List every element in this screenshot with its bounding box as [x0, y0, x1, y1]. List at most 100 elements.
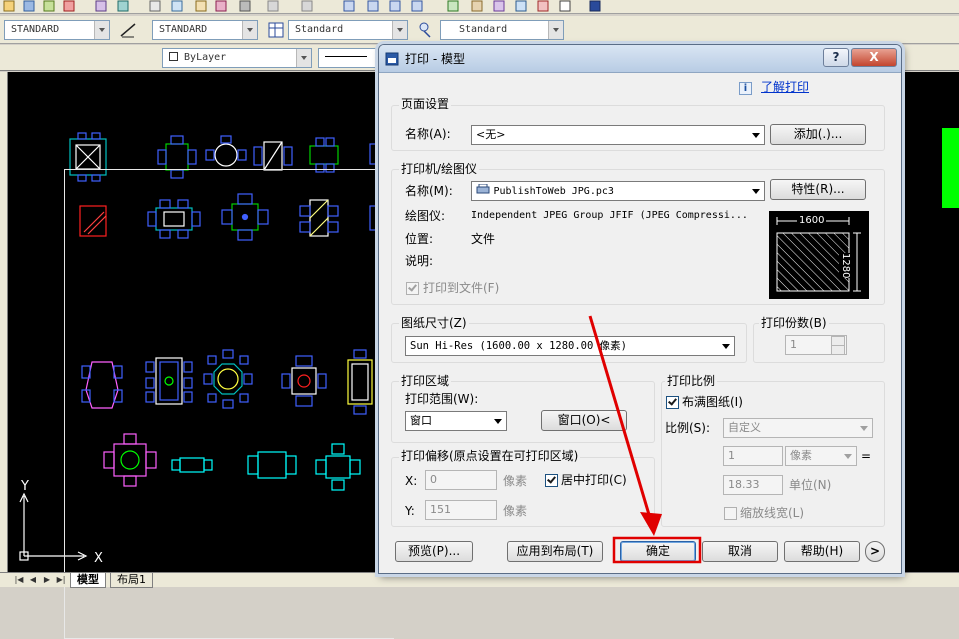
offset-x-unit: 像素 [503, 474, 528, 488]
preview-button[interactable]: 预览(P)... [395, 541, 473, 562]
fit-to-paper-checkbox[interactable] [666, 396, 679, 409]
chevron-down-icon[interactable] [94, 21, 109, 39]
cancel-button[interactable]: 取消 [702, 541, 778, 562]
print-to-file-checkbox[interactable] [406, 282, 419, 295]
paper-size-label: 图纸尺寸(Z) [399, 316, 469, 330]
dialog-title: 打印 - 模型 [405, 52, 465, 66]
plot-scale-label: 打印比例 [665, 374, 718, 388]
standard-toolbar [0, 0, 959, 14]
printer-name-value: PublishToWeb JPG.pc3 [493, 186, 614, 197]
offset-y-input[interactable]: 151 [425, 500, 497, 520]
page-setup-name-label: 名称(A): [405, 127, 451, 141]
dimension-style-icon[interactable] [120, 22, 136, 38]
chevron-down-icon [494, 419, 502, 424]
chevron-down-icon [844, 454, 852, 459]
dim-style-combo[interactable]: STANDARD [152, 20, 258, 40]
last-tab-icon[interactable]: ▶| [56, 574, 66, 586]
scale-value: 自定义 [728, 421, 761, 434]
preview-width: 1600 [797, 215, 827, 227]
plot-offset-label: 打印偏移(原点设置在可打印区域) [399, 449, 581, 463]
chevron-down-icon[interactable] [296, 49, 311, 67]
plotter-config-icon [476, 183, 490, 194]
scale-lineweights-checkbox[interactable] [724, 507, 737, 520]
location-value: 文件 [471, 232, 496, 246]
scale-label: 比例(S): [665, 421, 711, 435]
mleader-style-combo[interactable]: Standard [440, 20, 564, 40]
tab-model[interactable]: 模型 [70, 573, 106, 588]
printer-name-select[interactable]: PublishToWeb JPG.pc3 [471, 181, 765, 201]
chevron-down-icon[interactable] [242, 21, 257, 39]
apply-to-layout-button[interactable]: 应用到布局(T) [507, 541, 603, 562]
printer-properties-button[interactable]: 特性(R)... [770, 179, 866, 200]
description-label: 说明: [405, 254, 434, 268]
text-style-value: STANDARD [11, 24, 60, 35]
plot-range-label: 打印范围(W): [405, 392, 479, 406]
center-plot-checkbox[interactable] [545, 474, 558, 487]
table-style-combo[interactable]: Standard [288, 20, 408, 40]
layout-tab-bar: |◀ ◀ ▶ ▶| 模型 布局1 [0, 572, 959, 588]
chevron-down-icon[interactable] [392, 21, 407, 39]
scale-unit2-label: 单位(N) [789, 478, 832, 492]
preview-height: 1280 [839, 253, 851, 279]
copies-label: 打印份数(B) [759, 316, 829, 330]
location-label: 位置: [405, 232, 434, 246]
offset-x-input[interactable]: 0 [425, 470, 497, 490]
chevron-down-icon [860, 426, 868, 431]
multileader-style-icon[interactable] [418, 22, 434, 38]
offset-y-unit: 像素 [503, 504, 528, 518]
left-toolbar[interactable] [0, 72, 8, 572]
scale-select[interactable]: 自定义 [723, 418, 873, 438]
title-help-button[interactable]: ? [823, 48, 849, 67]
table-style-value: Standard [295, 24, 344, 35]
next-tab-icon[interactable]: ▶ [42, 574, 52, 586]
dialog-titlebar[interactable]: 打印 - 模型 ? X [379, 45, 901, 73]
prev-tab-icon[interactable]: ◀ [28, 574, 38, 586]
text-style-combo[interactable]: STANDARD [4, 20, 110, 40]
chevron-down-icon [752, 133, 760, 138]
scale-value1-input[interactable]: 1 [723, 446, 783, 466]
learn-printing-link[interactable]: 了解打印 [761, 79, 809, 95]
styles-toolbar: STANDARD STANDARD Standard Standard [0, 16, 959, 44]
first-tab-icon[interactable]: |◀ [14, 574, 24, 586]
scale-unit-value: 像素 [790, 449, 812, 462]
page-setup-label: 页面设置 [399, 97, 452, 111]
linetype-combo[interactable] [318, 48, 378, 68]
spin-down-icon[interactable] [831, 345, 845, 355]
plot-range-select[interactable]: 窗口 [405, 411, 507, 431]
printer-name-label: 名称(M): [405, 184, 453, 198]
print-dialog: 打印 - 模型 ? X i 了解打印 页面设置 名称(A): <无> 添加(.)… [378, 44, 902, 574]
tab-layout1[interactable]: 布局1 [110, 573, 153, 588]
green-text-fragment [942, 128, 959, 208]
scale-lineweights-label: 缩放线宽(L) [740, 506, 805, 520]
fit-to-paper-label: 布满图纸(I) [682, 395, 743, 409]
printer-group-label: 打印机/绘图仪 [399, 162, 480, 176]
close-button[interactable]: X [851, 48, 897, 67]
offset-x-label: X: [405, 474, 418, 488]
plotter-label: 绘图仪: [405, 209, 446, 223]
ok-button[interactable]: 确定 [620, 541, 696, 562]
pick-window-button[interactable]: 窗口(O)< [541, 410, 627, 431]
color-swatch [169, 52, 178, 61]
help-button[interactable]: 帮助(H) [784, 541, 860, 562]
scale-unit-select[interactable]: 像素 [785, 446, 857, 466]
axis-y-label: Y [20, 479, 29, 494]
printer-icon [385, 52, 399, 66]
info-icon: i [739, 82, 752, 95]
center-plot-label: 居中打印(C) [561, 473, 627, 487]
linetype-preview [325, 56, 367, 57]
paper-preview: 1600 1280 [769, 211, 869, 299]
plotter-value: Independent JPEG Group JFIF (JPEG Compre… [471, 210, 748, 221]
dim-style-value: STANDARD [159, 24, 208, 35]
add-page-setup-button[interactable]: 添加(.)... [770, 124, 866, 145]
table-style-icon[interactable] [268, 22, 284, 38]
chevron-down-icon[interactable] [548, 21, 563, 39]
plot-area-label: 打印区域 [399, 374, 452, 388]
page-setup-name-select[interactable]: <无> [471, 125, 765, 145]
color-value: ByLayer [184, 52, 227, 63]
paper-size-select[interactable]: Sun Hi-Res (1600.00 x 1280.00 像素) [405, 336, 735, 356]
more-options-button[interactable]: > [865, 541, 885, 562]
toolbar-icons[interactable] [0, 0, 959, 14]
scale-value2-input[interactable]: 18.33 [723, 475, 783, 495]
color-combo[interactable]: ByLayer [162, 48, 312, 68]
plot-range-value: 窗口 [410, 414, 432, 427]
